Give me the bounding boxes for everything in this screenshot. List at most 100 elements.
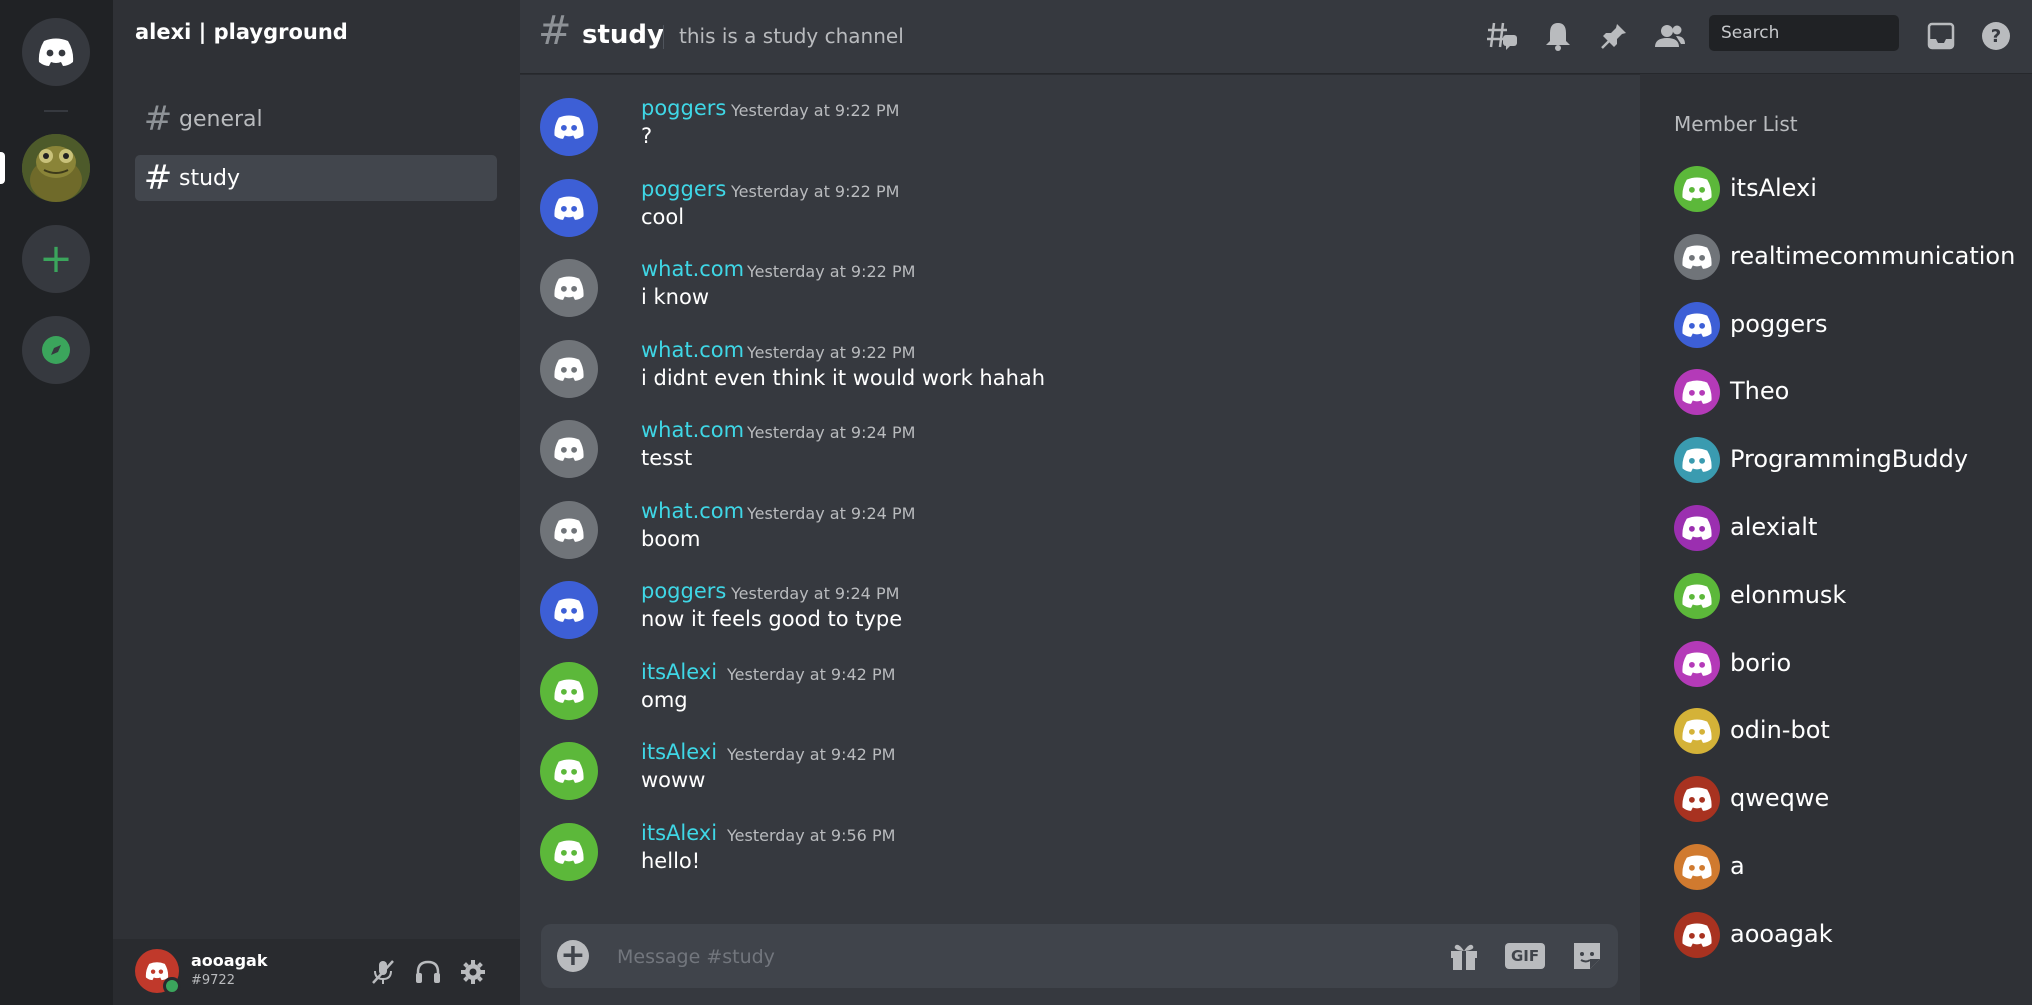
avatar[interactable] [540,420,598,478]
message-author[interactable]: poggers [641,96,726,120]
member-name: poggers [1730,309,1828,338]
avatar [1674,572,1720,619]
member-name: itsAlexi [1730,174,1817,202]
message-timestamp: Yesterday at 9:24 PM [747,423,916,442]
mute-microphone-button[interactable] [368,957,398,987]
gif-picker-button[interactable]: GIF [1504,938,1546,974]
upload-attachment-button[interactable]: + [557,940,589,972]
avatar[interactable] [540,822,598,881]
threads-button[interactable] [1484,18,1520,54]
member-item[interactable]: elonmusk [1674,572,2024,621]
message-item[interactable]: poggers Yesterday at 9:24 PM now it feels … [540,579,1620,649]
gif-label: GIF [1504,943,1546,969]
avatar[interactable] [540,661,598,720]
inbox-button[interactable] [1923,18,1959,54]
channel-general[interactable]: # general [135,96,497,142]
message-item[interactable]: what.com Yesterday at 9:24 PM boom [540,499,1620,569]
message-item[interactable]: what.com Yesterday at 9:22 PM i didnt even… [540,338,1620,408]
gift-button[interactable] [1444,938,1484,974]
message-item[interactable]: what.com Yesterday at 9:24 PM tesst [540,418,1620,488]
member-name: borio [1730,648,1792,677]
search-input[interactable] [1709,15,1899,51]
message-composer: + GIF [541,924,1618,988]
member-item[interactable]: realtimecommunication [1674,233,2024,282]
discord-logo-icon [1680,786,1714,812]
avatar [1674,640,1720,687]
message-item[interactable]: itsAlexi Yesterday at 9:42 PM woww [540,740,1620,810]
user-settings-button[interactable] [458,957,488,987]
message-item[interactable]: itsAlexi Yesterday at 9:56 PM hello! [540,821,1620,891]
member-name: realtimecommunication [1730,241,2016,270]
member-list-title: Member List [1674,112,1798,136]
avatar[interactable] [540,339,598,398]
message-timestamp: Yesterday at 9:42 PM [727,745,896,764]
username: aooagak [191,951,268,970]
pinned-messages-button[interactable] [1596,18,1632,54]
avatar[interactable] [540,581,598,639]
member-item[interactable]: poggers [1674,301,2024,350]
message-author[interactable]: what.com [641,499,744,523]
discord-logo-icon [552,678,586,704]
message-content: woww [641,768,706,792]
message-item[interactable]: poggers Yesterday at 9:22 PM? [540,96,1620,166]
avatar [1674,708,1720,755]
message-timestamp: Yesterday at 9:24 PM [731,584,900,603]
message-author[interactable]: what.com [641,418,744,442]
message-author[interactable]: what.com [641,257,744,281]
discord-logo-icon [1680,447,1714,473]
avatar[interactable] [540,500,598,559]
message-author[interactable]: poggers [641,579,726,603]
channel-label: study [179,165,241,191]
message-timestamp: Yesterday at 9:42 PM [727,664,896,684]
selected-server-indicator [0,152,5,184]
message-author[interactable]: poggers [641,177,726,201]
notification-settings-button[interactable] [1540,18,1576,54]
message-item[interactable]: poggers Yesterday at 9:22 PM cool [540,177,1620,247]
message-item[interactable]: what.com Yesterday at 9:22 PM i know [540,257,1620,327]
server-icon-playground[interactable] [22,134,90,202]
discord-logo-icon [552,597,586,623]
discord-logo-icon [1680,244,1714,270]
home-button[interactable] [22,18,90,86]
sticker-button[interactable] [1567,938,1607,974]
message-timestamp: Yesterday at 9:24 PM [747,503,916,523]
message-input[interactable] [615,938,1369,976]
message-content: boom [641,526,701,551]
discord-logo-icon [1680,176,1714,202]
help-button[interactable]: ? [1978,18,2014,54]
add-server-button[interactable]: + [22,225,90,293]
member-item[interactable]: Theo [1674,369,2024,417]
member-item[interactable]: itsAlexi [1674,166,2024,214]
online-status-indicator [163,977,181,995]
avatar [1674,437,1720,484]
member-item[interactable]: a [1674,844,2024,892]
discord-logo-icon [1680,583,1714,609]
member-item[interactable]: qweqwe [1674,776,2024,824]
member-name: alexialt [1730,513,1818,541]
message-author[interactable]: itsAlexi [641,821,717,845]
member-list-toggle-button[interactable] [1652,18,1688,54]
deafen-button[interactable] [413,957,443,987]
avatar[interactable] [540,98,598,156]
avatar[interactable] [540,742,598,800]
message-item[interactable]: itsAlexi Yesterday at 9:42 PM omg [540,660,1620,730]
message-author[interactable]: itsAlexi [641,740,717,764]
server-name[interactable]: alexi | playground [135,20,348,44]
member-item[interactable]: ProgrammingBuddy [1674,437,2024,485]
avatar[interactable] [540,178,598,237]
member-item[interactable]: borio [1674,640,2024,689]
pin-icon [1601,24,1626,49]
avatar[interactable] [135,949,181,995]
member-item[interactable]: aooagak [1674,911,2024,960]
svg-text:?: ? [1991,26,2001,47]
member-item[interactable]: alexialt [1674,505,2024,553]
member-item[interactable]: odin-bot [1674,708,2024,756]
member-name: aooagak [1730,919,1833,948]
message-author[interactable]: what.com [641,338,744,362]
message-author[interactable]: itsAlexi [641,660,717,684]
message-content: now it feels good to type [641,607,903,631]
message-timestamp: Yesterday at 9:56 PM [727,825,896,845]
avatar[interactable] [540,259,598,317]
channel-study[interactable]: # study [135,155,497,201]
explore-servers-button[interactable] [22,316,90,384]
